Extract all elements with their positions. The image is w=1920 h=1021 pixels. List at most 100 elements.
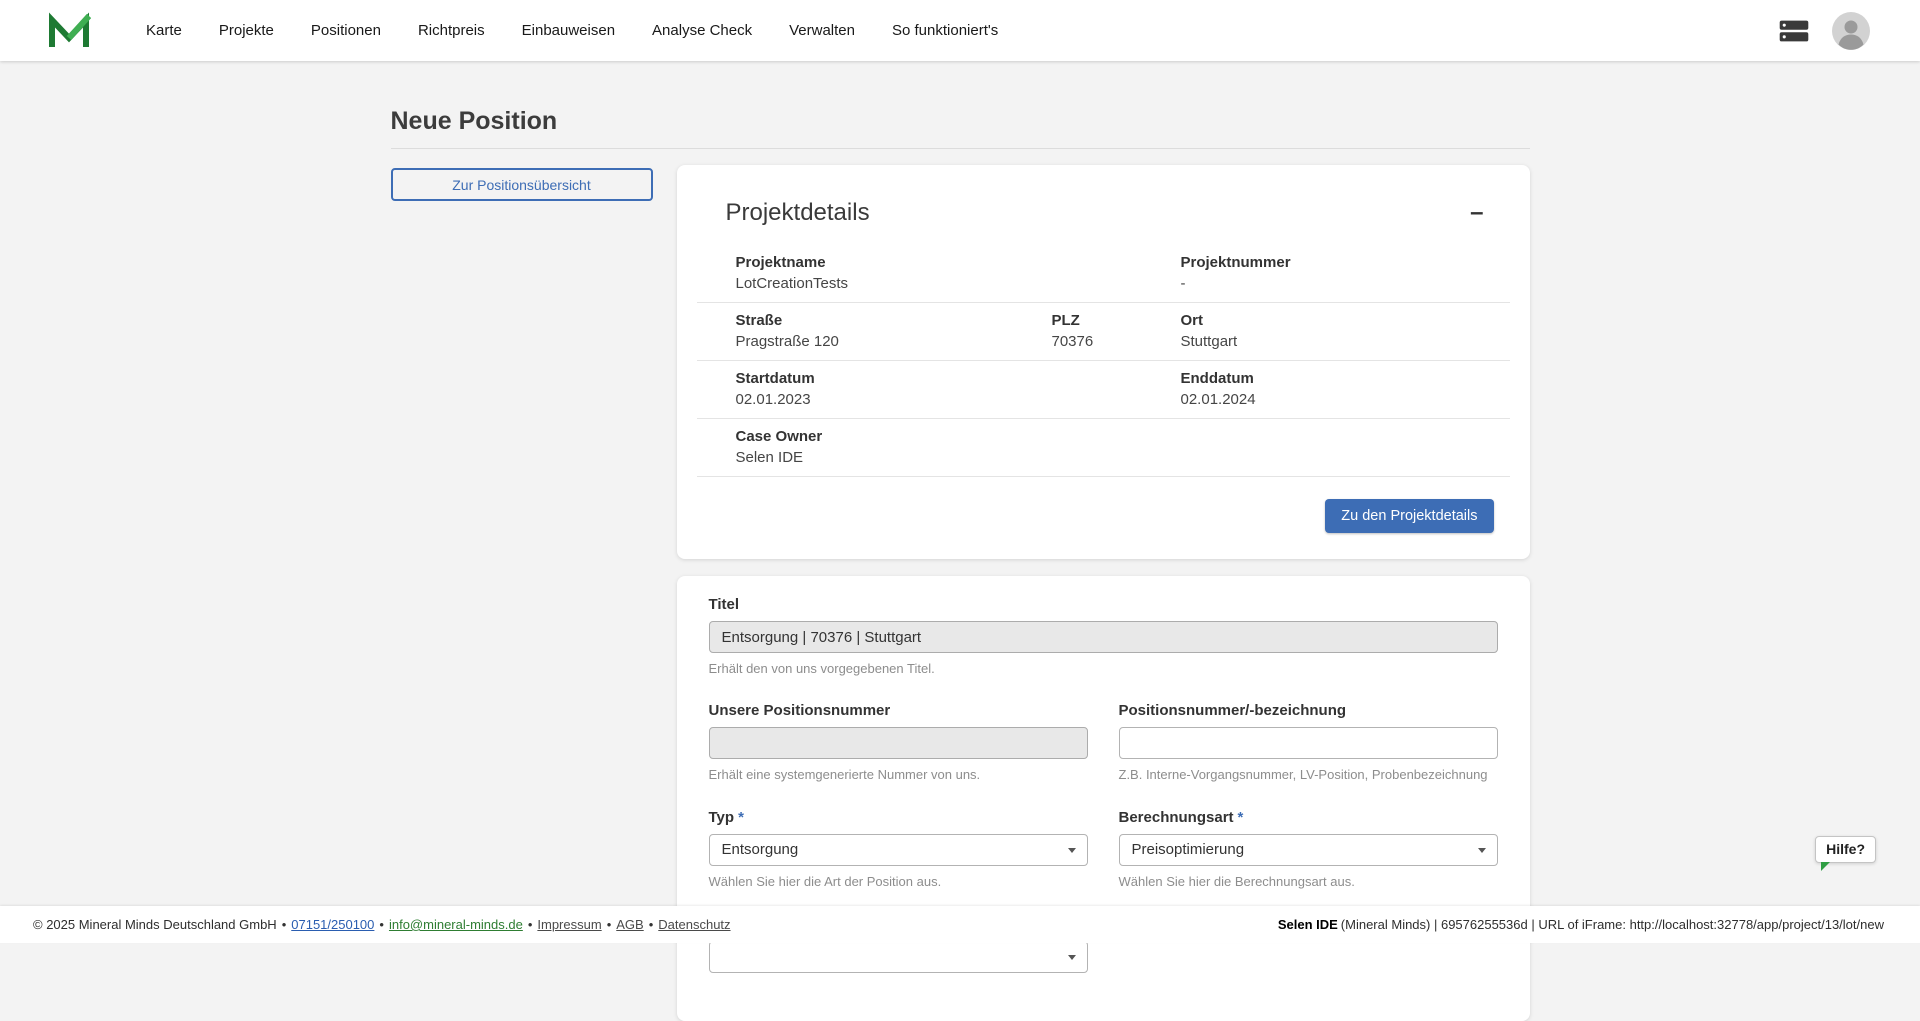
main-nav: Karte Projekte Positionen Richtpreis Ein… (146, 22, 998, 39)
logo-m-icon (47, 12, 91, 50)
typ-field: Typ* Entsorgung Wählen Sie hier die Art … (709, 809, 1088, 889)
footer-info: © 2025 Mineral Minds Deutschland GmbH • … (33, 917, 731, 932)
titel-helper: Erhält den von uns vorgegebenen Titel. (709, 661, 1498, 676)
field-label: Enddatum (1181, 370, 1510, 387)
left-column: Zur Positionsübersicht (391, 165, 677, 1021)
positionsnummer-label: Positionsnummer/-bezeichnung (1119, 702, 1498, 719)
project-details-button[interactable]: Zu den Projektdetails (1325, 499, 1493, 533)
field-value: LotCreationTests (736, 275, 1181, 292)
titel-input (709, 621, 1498, 653)
field-enddatum: Enddatum 02.01.2024 (1181, 370, 1510, 408)
typ-label: Typ* (709, 809, 1088, 826)
title-divider (391, 148, 1530, 149)
field-label: Projektname (736, 254, 1181, 271)
detail-row: Case Owner Selen IDE (697, 419, 1510, 477)
detail-row: Projektname LotCreationTests Projektnumm… (697, 245, 1510, 303)
field-value: Stuttgart (1181, 333, 1510, 350)
field-case-owner: Case Owner Selen IDE (736, 428, 1510, 466)
titel-label: Titel (709, 596, 1498, 613)
impressum-link[interactable]: Impressum (537, 917, 601, 932)
nav-item-verwalten[interactable]: Verwalten (789, 22, 855, 39)
session-info: Selen IDE (Mineral Minds) | 69576255536d… (1278, 917, 1884, 932)
project-details-card: Projektdetails – Projektname LotCreation… (677, 165, 1530, 559)
chevron-down-icon (1068, 955, 1076, 960)
positionsnummer-field: Positionsnummer/-bezeichnung Z.B. Intern… (1119, 702, 1498, 782)
field-plz: PLZ 70376 (1052, 312, 1181, 350)
project-card-actions: Zu den Projektdetails (677, 477, 1530, 533)
field-value: Pragstraße 120 (736, 333, 1052, 350)
nav-item-so-funktionierts[interactable]: So funktioniert's (892, 22, 998, 39)
typ-label-text: Typ (709, 809, 735, 826)
nav-item-analyse-check[interactable]: Analyse Check (652, 22, 752, 39)
berechnungsart-label-text: Berechnungsart (1119, 809, 1234, 826)
field-projektname: Projektname LotCreationTests (736, 254, 1181, 292)
separator-dot: • (607, 917, 612, 932)
user-name: Selen IDE (1278, 917, 1338, 932)
separator-dot: • (282, 917, 287, 932)
chevron-down-icon (1068, 848, 1076, 853)
datenschutz-link[interactable]: Datenschutz (658, 917, 730, 932)
help-bubble-tail-icon (1821, 862, 1830, 871)
unsere-positionsnummer-field: Unsere Positionsnummer Erhält eine syste… (709, 702, 1088, 782)
case-manager-select[interactable] (709, 941, 1088, 973)
field-value: - (1181, 275, 1510, 292)
field-value: 02.01.2023 (736, 391, 1181, 408)
separator-dot: • (528, 917, 533, 932)
session-details: (Mineral Minds) | 69576255536d | URL of … (1341, 917, 1884, 932)
nav-item-karte[interactable]: Karte (146, 22, 182, 39)
footer: © 2025 Mineral Minds Deutschland GmbH • … (0, 906, 1920, 943)
nav-item-richtpreis[interactable]: Richtpreis (418, 22, 485, 39)
help-label: Hilfe? (1826, 841, 1865, 857)
main-content: Neue Position Zur Positionsübersicht Pro… (391, 61, 1530, 1021)
mineral-minds-logo[interactable] (47, 12, 91, 50)
field-label: PLZ (1052, 312, 1181, 329)
page-title: Neue Position (391, 107, 1530, 136)
field-ort: Ort Stuttgart (1181, 312, 1510, 350)
typ-helper: Wählen Sie hier die Art der Position aus… (709, 874, 1088, 889)
field-label: Case Owner (736, 428, 1510, 445)
unsere-positionsnummer-helper: Erhält eine systemgenerierte Nummer von … (709, 767, 1088, 782)
field-projektnummer: Projektnummer - (1181, 254, 1510, 292)
navbar-right (1778, 12, 1870, 50)
field-value: Selen IDE (736, 449, 1510, 466)
copyright-text: © 2025 Mineral Minds Deutschland GmbH (33, 917, 277, 932)
typ-select[interactable]: Entsorgung (709, 834, 1088, 866)
nav-item-einbauweisen[interactable]: Einbauweisen (522, 22, 615, 39)
project-detail-rows: Projektname LotCreationTests Projektnumm… (697, 245, 1510, 477)
typ-select-value: Entsorgung (722, 841, 799, 858)
field-startdatum: Startdatum 02.01.2023 (736, 370, 1181, 408)
page-layout: Zur Positionsübersicht Projektdetails – … (391, 165, 1530, 1021)
collapse-button[interactable]: – (1470, 201, 1483, 225)
agb-link[interactable]: AGB (616, 917, 643, 932)
navbar: Karte Projekte Positionen Richtpreis Ein… (0, 0, 1920, 61)
phone-link[interactable]: 07151/250100 (291, 917, 374, 932)
project-details-title: Projektdetails (726, 199, 870, 227)
user-avatar[interactable] (1832, 12, 1870, 50)
positionsnummer-helper: Z.B. Interne-Vorgangsnummer, LV-Position… (1119, 767, 1498, 782)
email-link[interactable]: info@mineral-minds.de (389, 917, 523, 932)
required-asterisk: * (1238, 809, 1244, 826)
field-label: Ort (1181, 312, 1510, 329)
positionsnummer-input[interactable] (1119, 727, 1498, 759)
berechnungsart-label: Berechnungsart* (1119, 809, 1498, 826)
separator-dot: • (649, 917, 654, 932)
field-label: Startdatum (736, 370, 1181, 387)
field-label: Projektnummer (1181, 254, 1510, 271)
field-value: 70376 (1052, 333, 1181, 350)
field-value: 02.01.2024 (1181, 391, 1510, 408)
project-details-header: Projektdetails – (677, 165, 1530, 245)
detail-row: Straße Pragstraße 120 PLZ 70376 Ort Stut… (697, 303, 1510, 361)
unsere-positionsnummer-label: Unsere Positionsnummer (709, 702, 1088, 719)
berechnungsart-select-value: Preisoptimierung (1132, 841, 1245, 858)
field-strasse: Straße Pragstraße 120 (736, 312, 1052, 350)
nav-item-projekte[interactable]: Projekte (219, 22, 274, 39)
nav-item-positionen[interactable]: Positionen (311, 22, 381, 39)
server-icon[interactable] (1778, 18, 1810, 44)
unsere-positionsnummer-input (709, 727, 1088, 759)
help-button[interactable]: Hilfe? (1815, 836, 1876, 863)
berechnungsart-field: Berechnungsart* Preisoptimierung Wählen … (1119, 809, 1498, 889)
required-asterisk: * (738, 809, 744, 826)
field-label: Straße (736, 312, 1052, 329)
berechnungsart-select[interactable]: Preisoptimierung (1119, 834, 1498, 866)
positions-overview-button[interactable]: Zur Positionsübersicht (391, 168, 653, 201)
